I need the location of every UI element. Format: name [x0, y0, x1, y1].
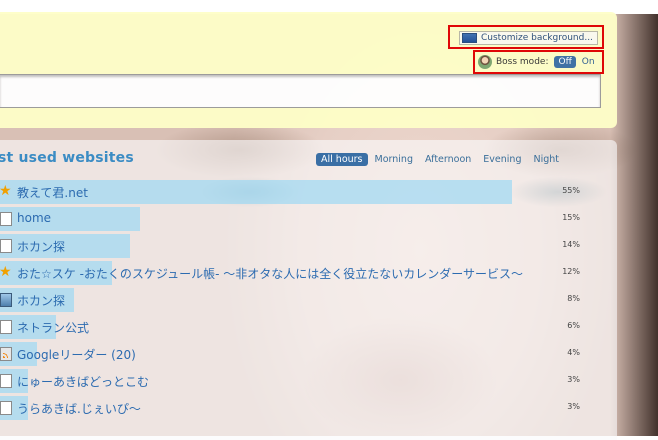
list-item[interactable]: ホカン探 14% [0, 234, 600, 258]
site-link[interactable]: 教えて君.net [17, 184, 88, 201]
list-item[interactable]: Googleリーダー (20) 4% [0, 342, 600, 366]
usage-percent: 12% [562, 267, 580, 276]
site-link[interactable]: ネトラン公式 [17, 319, 89, 336]
image-icon [0, 293, 12, 307]
usage-percent: 14% [562, 240, 580, 249]
site-link[interactable]: ホカン探 [17, 238, 65, 255]
tab-afternoon[interactable]: Afternoon [420, 153, 476, 166]
site-link[interactable]: おた☆スケ -おたくのスケジュール帳- ～非オタな人には全く役立たないカレンダー… [17, 265, 523, 282]
usage-percent: 8% [567, 294, 580, 303]
boss-mode-highlight: Boss mode: Off On [473, 50, 604, 74]
site-link[interactable]: Googleリーダー (20) [17, 346, 136, 363]
page-icon [0, 320, 12, 334]
time-filter-tabs: All hours Morning Afternoon Evening Night [316, 153, 564, 166]
monitor-icon [462, 33, 477, 43]
site-link[interactable]: にゅーあきばどっとこむ [17, 373, 149, 390]
page-icon [0, 401, 12, 415]
usage-percent: 3% [567, 375, 580, 384]
boss-mode-label: Boss mode: [496, 57, 549, 67]
usage-percent: 55% [562, 186, 580, 195]
page-icon [0, 239, 12, 253]
tab-all-hours[interactable]: All hours [316, 153, 368, 166]
tab-night[interactable]: Night [528, 153, 564, 166]
rss-icon [0, 347, 12, 361]
site-link[interactable]: うらあきば.じぇいぴ～ [17, 400, 141, 417]
list-item[interactable]: ネトラン公式 6% [0, 315, 600, 339]
list-item[interactable]: home 15% [0, 207, 600, 231]
customize-background-highlight: Customize background... [448, 25, 604, 49]
star-icon: ★ [0, 264, 12, 280]
list-item[interactable]: にゅーあきばどっとこむ 3% [0, 369, 600, 393]
background-photo-edge [610, 0, 658, 436]
usage-percent: 15% [562, 213, 580, 222]
usage-percent: 4% [567, 348, 580, 357]
boss-mode-on-button[interactable]: On [582, 57, 595, 67]
tab-morning[interactable]: Morning [370, 153, 418, 166]
most-used-websites-panel: st used websites All hours Morning Afterno… [0, 140, 617, 440]
header-panel: Customize background... Boss mode: Off O… [0, 12, 617, 128]
tab-evening[interactable]: Evening [478, 153, 526, 166]
usage-percent: 6% [567, 321, 580, 330]
customize-background-button[interactable]: Customize background... [459, 31, 598, 45]
boss-avatar-icon [478, 55, 492, 69]
list-item[interactable]: ホカン探 8% [0, 288, 600, 312]
usage-percent: 3% [567, 402, 580, 411]
customize-background-label: Customize background... [481, 33, 593, 43]
list-item[interactable]: ★ 教えて君.net 55% [0, 180, 600, 204]
list-item[interactable]: ★ おた☆スケ -おたくのスケジュール帳- ～非オタな人には全く役立たないカレンダ… [0, 261, 600, 285]
site-link[interactable]: home [17, 211, 51, 225]
page-icon [0, 212, 12, 226]
search-input[interactable] [0, 74, 601, 108]
section-title: st used websites [0, 150, 134, 166]
list-item[interactable]: うらあきば.じぇいぴ～ 3% [0, 396, 600, 420]
page-icon [0, 374, 12, 388]
site-link[interactable]: ホカン探 [17, 292, 65, 309]
boss-mode-off-button[interactable]: Off [554, 56, 576, 68]
star-icon: ★ [0, 183, 12, 199]
